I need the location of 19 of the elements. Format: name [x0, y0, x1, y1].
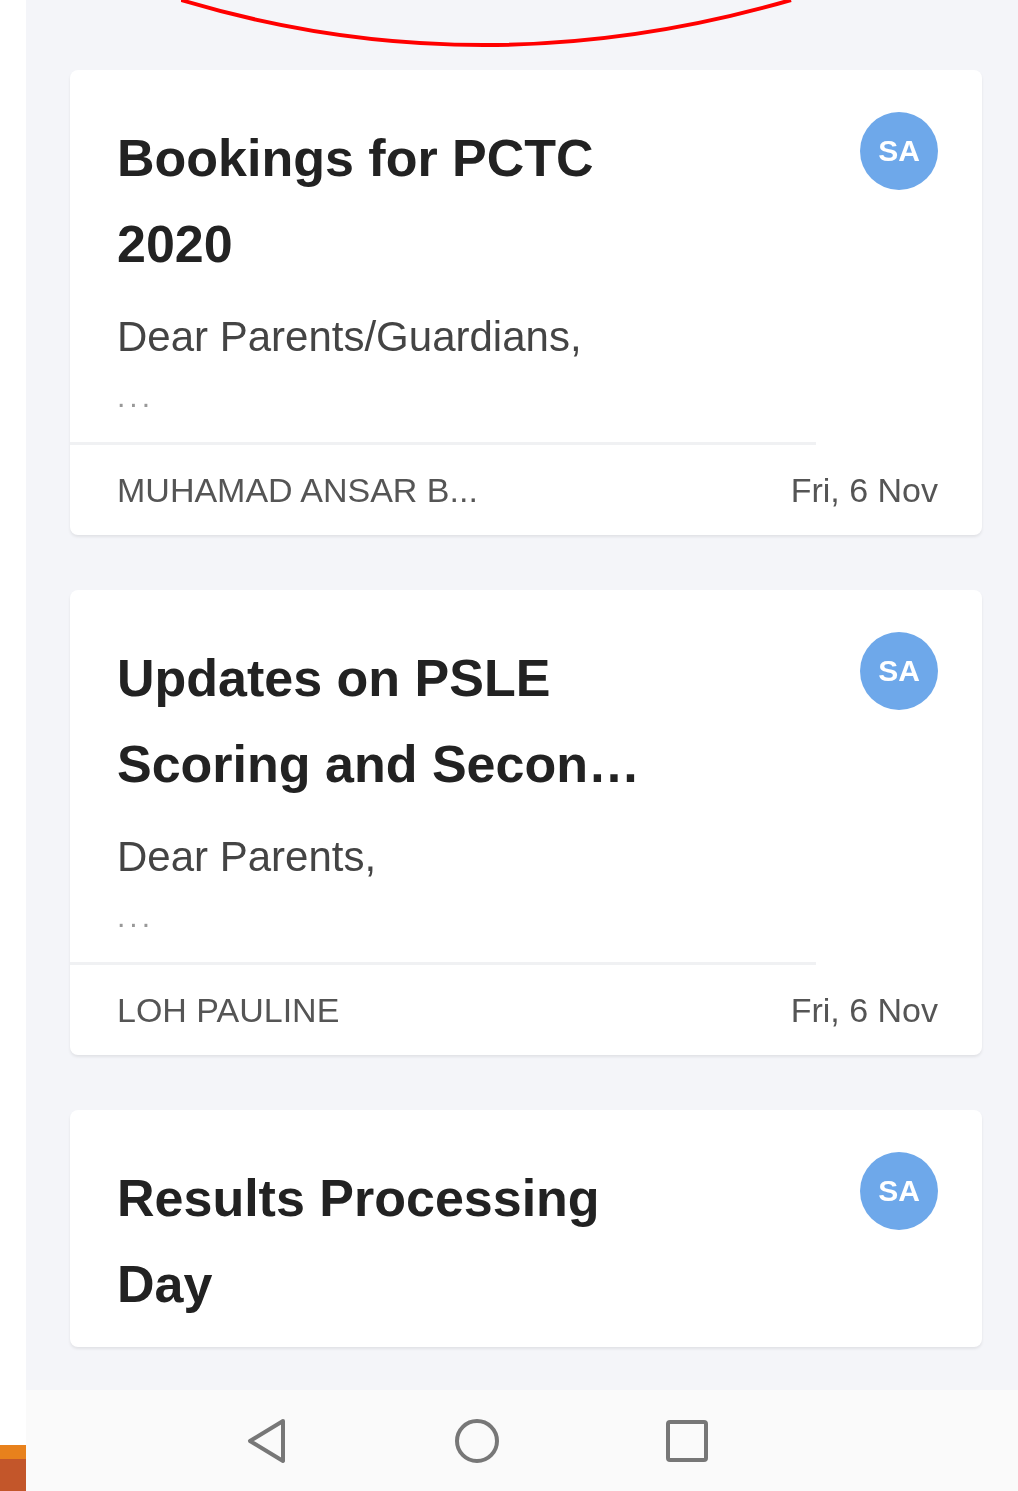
- more-indicator: ...: [117, 379, 155, 415]
- message-title: Results Processing Day: [117, 1168, 601, 1315]
- avatar: SA: [860, 632, 938, 710]
- message-card[interactable]: Bookings for PCTC 2020 Dear Parents/Guardians, ... SA MUHAMAD ANSAR B... Fri, 6 Nov: [70, 70, 982, 535]
- message-card[interactable]: Results Processing Day SA: [70, 1110, 982, 1347]
- recents-icon[interactable]: [665, 1418, 709, 1463]
- message-title: Updates on PSLE Scoring and Secon…: [117, 648, 641, 795]
- message-preview: Dear Parents/Guardians,: [117, 312, 583, 362]
- message-date: Fri, 6 Nov: [790, 990, 938, 1030]
- avatar: SA: [860, 112, 938, 190]
- more-indicator: ...: [117, 899, 155, 935]
- sender-name: MUHAMAD ANSAR B...: [117, 470, 478, 510]
- message-card[interactable]: Updates on PSLE Scoring and Secon… Dear Parents, ... SA LOH PAULINE Fri, 6 Nov: [70, 590, 982, 1055]
- home-icon[interactable]: [454, 1417, 500, 1464]
- sender-name: LOH PAULINE: [117, 990, 340, 1030]
- message-date: Fri, 6 Nov: [790, 470, 938, 510]
- message-title: Bookings for PCTC 2020: [117, 128, 595, 275]
- message-preview: Dear Parents,: [117, 832, 378, 882]
- avatar: SA: [860, 1152, 938, 1230]
